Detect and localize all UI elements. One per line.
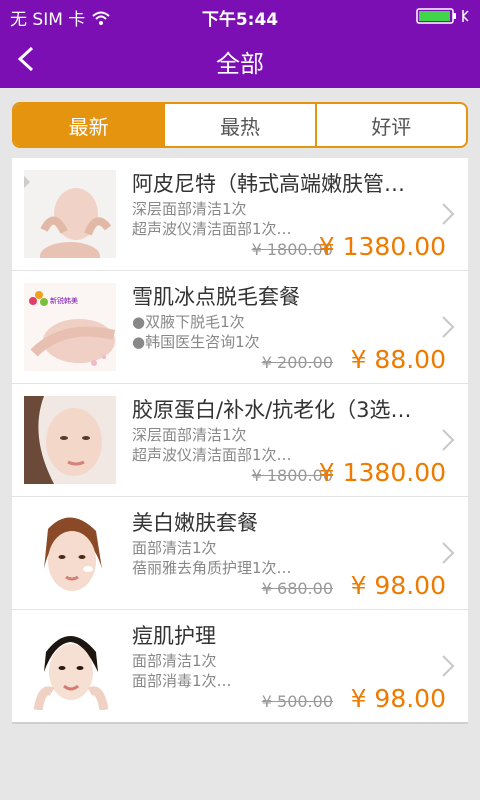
- tab-top-rated[interactable]: 好评: [314, 104, 466, 146]
- item-original-price: ¥ 500.00: [261, 692, 333, 711]
- item-price: ¥ 1380.00: [318, 458, 446, 487]
- tab-hottest[interactable]: 最热: [163, 104, 314, 146]
- item-desc-1: 深层面部清洁1次: [132, 426, 247, 444]
- item-desc-2: ●韩国医生咨询1次: [132, 333, 260, 351]
- list-item[interactable]: 胶原蛋白/补水/抗老化（3选… 深层面部清洁1次 超声波仪清洁面部1次… ¥ 1…: [12, 384, 468, 497]
- item-name: 胶原蛋白/补水/抗老化（3选…: [132, 398, 412, 422]
- item-name: 阿皮尼特（韩式高端嫩肤管…: [132, 172, 405, 196]
- status-bar: 无 SIM 卡 下午5:44: [0, 0, 480, 30]
- status-time: 下午5:44: [201, 10, 279, 30]
- item-original-price: ¥ 680.00: [261, 579, 333, 598]
- item-desc-2: 超声波仪清洁面部1次…: [132, 446, 292, 464]
- item-desc-2: 蓓丽雅去角质护理1次…: [132, 559, 292, 577]
- item-price: ¥ 98.00: [350, 571, 446, 600]
- list-item[interactable]: 痘肌护理 面部清洁1次 面部消毒1次… ¥ 500.00 ¥ 98.00: [12, 610, 468, 722]
- brand-logo-text: 新锐韩美: [50, 296, 78, 305]
- filter-tabs: 最新 最热 好评: [12, 102, 468, 148]
- page-title: 全部: [216, 50, 264, 78]
- item-thumbnail: [24, 396, 116, 484]
- package-list: 阿皮尼特（韩式高端嫩肤管… 深层面部清洁1次 超声波仪清洁面部1次… ¥ 180…: [12, 158, 468, 724]
- list-item[interactable]: 阿皮尼特（韩式高端嫩肤管… 深层面部清洁1次 超声波仪清洁面部1次… ¥ 180…: [12, 158, 468, 271]
- item-name: 痘肌护理: [132, 624, 216, 648]
- item-price: ¥ 98.00: [350, 684, 446, 713]
- item-thumbnail: [24, 622, 116, 710]
- item-name: 雪肌冰点脱毛套餐: [132, 285, 300, 309]
- item-thumbnail: [24, 170, 116, 258]
- item-desc-1: 面部清洁1次: [132, 539, 217, 557]
- chevron-right-icon: [442, 203, 455, 225]
- item-price: ¥ 88.00: [350, 345, 446, 374]
- nav-bar: 全部: [0, 30, 480, 88]
- item-desc-2: 超声波仪清洁面部1次…: [132, 220, 292, 238]
- item-name: 美白嫩肤套餐: [132, 511, 258, 535]
- item-desc-1: ●双腋下脱毛1次: [132, 313, 245, 331]
- list-item[interactable]: 新锐韩美 雪肌冰点脱毛套餐 ●双腋下脱毛1次 ●韩国医生咨询1次 ¥ 200.0…: [12, 271, 468, 384]
- tab-newest[interactable]: 最新: [14, 104, 164, 146]
- item-desc-1: 深层面部清洁1次: [132, 200, 247, 218]
- item-price: ¥ 1380.00: [318, 232, 446, 261]
- item-thumbnail: 新锐韩美: [24, 283, 116, 371]
- item-original-price: ¥ 200.00: [261, 353, 333, 372]
- chevron-right-icon: [442, 542, 455, 564]
- item-thumbnail: [24, 509, 116, 597]
- item-desc-2: 面部消毒1次…: [132, 672, 232, 690]
- list-item[interactable]: 美白嫩肤套餐 面部清洁1次 蓓丽雅去角质护理1次… ¥ 680.00 ¥ 98.…: [12, 497, 468, 610]
- item-desc-1: 面部清洁1次: [132, 652, 217, 670]
- battery-icon: [416, 8, 469, 24]
- chevron-right-icon: [442, 655, 455, 677]
- chevron-right-icon: [442, 429, 455, 451]
- chevron-right-icon: [442, 316, 455, 338]
